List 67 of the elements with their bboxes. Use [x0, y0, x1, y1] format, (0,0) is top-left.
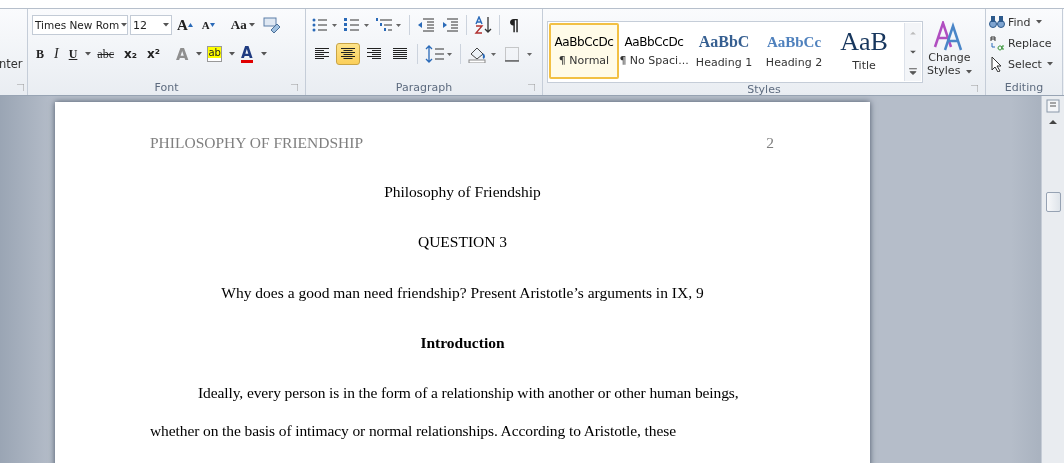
numbering-icon[interactable]	[344, 17, 370, 33]
replace-button[interactable]: Replace	[988, 33, 1060, 53]
caret-icon[interactable]	[248, 23, 255, 27]
group-label: Paragraph	[395, 80, 453, 94]
font-size-field[interactable]: 12	[130, 15, 172, 35]
binoculars-icon	[989, 15, 1005, 29]
highlight-button[interactable]: ab	[204, 43, 225, 65]
borders-icon[interactable]	[504, 46, 534, 62]
line-spacing-icon[interactable]	[425, 45, 453, 63]
subscript-button[interactable]: x₂	[120, 43, 141, 65]
change-styles-button[interactable]: Change Styles	[927, 21, 972, 83]
show-formatting-marks-button[interactable]: ¶	[505, 14, 524, 36]
font-color-button[interactable]: A	[236, 43, 257, 65]
increase-indent-icon[interactable]	[441, 17, 459, 33]
centered-line: Philosophy of Friendship	[383, 182, 542, 202]
centered-line: QUESTION 3	[416, 232, 509, 253]
style-item[interactable]: AaBbCcDc ¶ Normal	[549, 23, 619, 79]
style-item[interactable]: AaBbC Heading 1	[689, 23, 759, 79]
caret-icon[interactable]	[1046, 62, 1053, 66]
find-button[interactable]: Find	[988, 12, 1060, 32]
decrease-indent-icon[interactable]	[417, 17, 435, 33]
style-item[interactable]: AaBbCc Heading 2	[759, 23, 829, 79]
style-item[interactable]: AaB Title	[829, 23, 899, 79]
caret-icon[interactable]	[965, 70, 972, 74]
caret-icon[interactable]	[196, 52, 203, 56]
scrollbar-thumb[interactable]	[1045, 192, 1061, 212]
strikethrough-button[interactable]: abc	[93, 43, 118, 65]
multilevel-list-icon[interactable]	[376, 17, 402, 33]
bullets-icon[interactable]	[312, 17, 338, 33]
italic-button[interactable]: I	[50, 43, 63, 65]
center-button[interactable]	[336, 43, 360, 65]
superscript-button[interactable]: x²	[143, 43, 164, 65]
caret-icon[interactable]	[228, 52, 235, 56]
down-triangle-icon	[209, 23, 215, 27]
page-number: 2	[766, 133, 774, 153]
align-lines-icon	[393, 48, 407, 60]
caret-icon[interactable]	[260, 52, 267, 56]
body-text-line: Ideally, every person is in the form of a relationship with another or other human beings,	[197, 383, 740, 404]
caret-icon[interactable]	[121, 23, 128, 27]
shrink-font-button[interactable]: A	[197, 14, 219, 36]
group-label: Styles	[747, 83, 781, 96]
caret-icon[interactable]	[85, 52, 92, 56]
centered-line: Why does a good man need friendship? Present Aristotle’s arguments in IX, 9	[220, 282, 705, 303]
style-item[interactable]: AaBbCcDc ¶ No Spaci...	[619, 23, 689, 79]
bold-button[interactable]: B	[32, 43, 48, 65]
font-name-field[interactable]: Times New Rom	[32, 15, 128, 35]
underline-button[interactable]: U	[64, 43, 82, 65]
eraser-icon[interactable]	[262, 17, 281, 33]
caret-icon[interactable]	[163, 23, 169, 27]
select-button[interactable]: Select	[988, 54, 1060, 74]
section-heading: Introduction	[419, 332, 506, 353]
body-text-line: whether on the basis of intimacy or normal relationships. According to Aristotle, these	[150, 421, 677, 442]
running-head: PHILOSOPHY OF FRIENDSHIP	[150, 133, 364, 153]
group-label: Font	[154, 80, 179, 94]
up-triangle-icon	[187, 23, 193, 27]
align-lines-icon	[367, 48, 381, 60]
change-case-button[interactable]: Aa	[226, 14, 259, 36]
caret-icon[interactable]	[1035, 20, 1042, 24]
align-lines-icon	[315, 48, 329, 60]
align-lines-icon	[341, 48, 355, 60]
paint-bucket-icon[interactable]	[468, 45, 498, 63]
grow-font-button[interactable]: A	[174, 14, 196, 36]
merge-center-label[interactable]: nter	[0, 57, 27, 71]
ruler-toggle-icon[interactable]	[1046, 99, 1060, 113]
group-label: Editing	[1004, 80, 1044, 94]
sort-icon[interactable]	[474, 16, 492, 34]
replace-icon	[989, 35, 1005, 51]
